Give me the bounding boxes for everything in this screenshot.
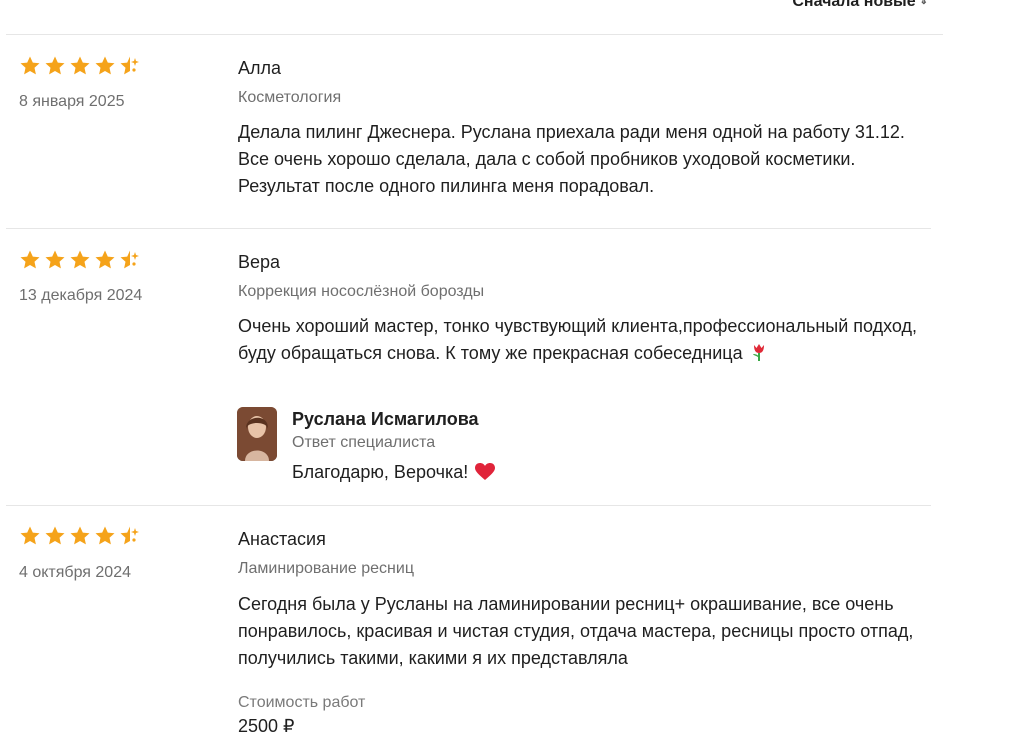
star-full-icon — [70, 56, 90, 75]
review-text: Очень хороший мастер, тонко чувствующий … — [238, 313, 938, 370]
star-full-icon — [95, 56, 115, 75]
review-date: 4 октября 2024 — [19, 564, 131, 581]
sort-chevrons-icon: ⇕ — [919, 0, 928, 7]
rating-stars — [19, 249, 144, 271]
star-full-icon — [20, 56, 40, 75]
review-date: 13 декабря 2024 — [19, 287, 143, 304]
review-text-body: Очень хороший мастер, тонко чувствующий … — [238, 316, 918, 363]
divider — [6, 505, 931, 506]
service-name: Косметология — [238, 89, 342, 106]
specialist-role: Ответ специалиста — [292, 434, 436, 451]
specialist-avatar — [237, 407, 277, 461]
reviewer-name: Вера — [238, 252, 281, 272]
reply-text: Благодарю, Верочка! — [292, 462, 496, 486]
heart-emoji-icon — [475, 463, 496, 486]
cost-value: 2500 ₽ — [238, 716, 295, 736]
cost-label: Стоимость работ — [238, 694, 366, 711]
star-full-icon — [20, 526, 40, 545]
specialist-name: Руслана Исмагилова — [292, 409, 479, 429]
star-half-icon — [120, 526, 139, 545]
star-full-icon — [95, 250, 115, 269]
reviewer-name: Алла — [238, 58, 282, 78]
sort-dropdown[interactable]: Сначала новые ⇕ — [792, 0, 928, 11]
star-full-icon — [45, 526, 65, 545]
review-text: Делала пилинг Джеснера. Руслана приехала… — [238, 122, 905, 196]
divider — [6, 228, 931, 229]
star-full-icon — [45, 56, 65, 75]
star-full-icon — [70, 526, 90, 545]
sort-label: Сначала новые — [792, 0, 916, 10]
reviewer-name: Анастасия — [238, 529, 326, 549]
star-full-icon — [45, 250, 65, 269]
tulip-emoji-icon — [750, 342, 768, 370]
review-text: Сегодня была у Русланы на ламинировании … — [238, 594, 914, 668]
star-half-icon — [120, 250, 139, 269]
star-half-icon — [120, 56, 139, 75]
star-full-icon — [20, 250, 40, 269]
review-date: 8 января 2025 — [19, 93, 125, 110]
star-full-icon — [70, 250, 90, 269]
reply-text-body: Благодарю, Верочка! — [292, 462, 469, 482]
rating-stars — [19, 55, 144, 77]
rating-stars — [19, 525, 144, 547]
service-name: Коррекция носослёзной борозды — [238, 283, 485, 300]
divider — [6, 34, 943, 35]
service-name: Ламинирование ресниц — [238, 560, 414, 577]
star-full-icon — [95, 526, 115, 545]
